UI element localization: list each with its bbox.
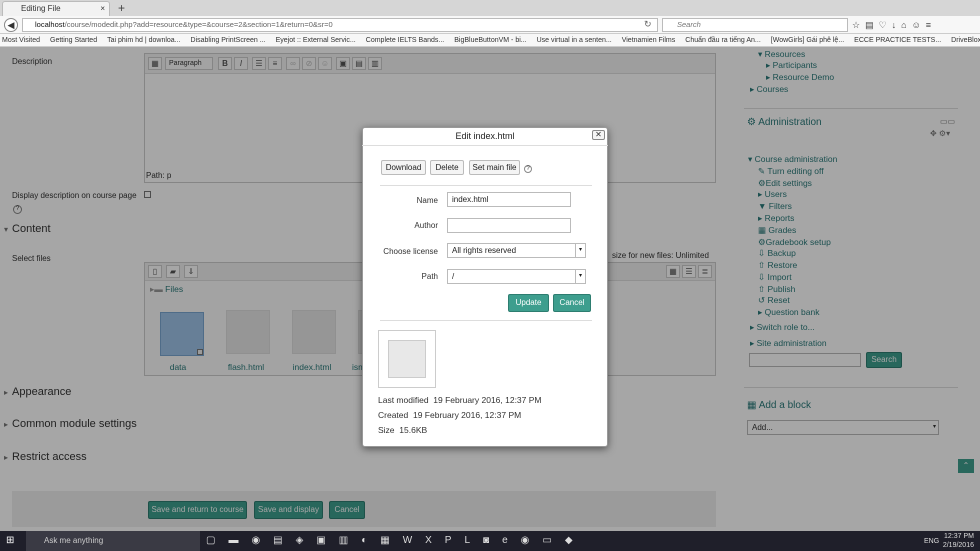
size-label: Size xyxy=(378,425,395,435)
clock-time: 12:37 PM xyxy=(944,533,974,540)
update-button[interactable]: Update xyxy=(508,294,549,312)
windows-start-icon[interactable]: ⊞ xyxy=(6,535,18,547)
name-label: Name xyxy=(416,196,438,205)
path-label: Path xyxy=(421,272,438,281)
browser-tab[interactable]: Editing File × xyxy=(2,1,110,16)
set-main-file-button[interactable]: Set main file xyxy=(469,160,520,175)
file-preview xyxy=(378,330,436,388)
bookmark-item[interactable]: BigBlueButtonVM - bi... xyxy=(454,37,526,44)
last-modified-label: Last modified xyxy=(378,395,429,405)
author-label: Author xyxy=(414,221,438,230)
bookmark-item[interactable]: ECCE PRACTICE TESTS... xyxy=(854,37,941,44)
created-info: Created 19 February 2016, 12:37 PM xyxy=(378,410,521,420)
new-tab-button[interactable]: + xyxy=(118,1,125,15)
created-value: 19 February 2016, 12:37 PM xyxy=(412,410,522,420)
last-modified-value: 19 February 2016, 12:37 PM xyxy=(433,395,542,405)
bookmark-item[interactable]: Use virtual in a senten... xyxy=(537,37,612,44)
size-value: 15.6KB xyxy=(399,425,428,435)
delete-button[interactable]: Delete xyxy=(430,160,464,175)
browser-search-input[interactable]: Search xyxy=(662,18,848,32)
bookmark-item[interactable]: [WowGirls] Gái phê lệ... xyxy=(771,37,844,44)
bookmark-item[interactable]: DriveBlox Unlimited, a ... xyxy=(951,37,980,44)
help-icon[interactable]: ? xyxy=(524,165,532,173)
last-modified-info: Last modified 19 February 2016, 12:37 PM xyxy=(378,395,542,405)
cortana-placeholder: Ask me anything xyxy=(44,536,104,545)
dialog-title: Edit index.html xyxy=(455,131,515,141)
license-select[interactable]: All rights reserved ▾ xyxy=(447,243,586,258)
close-icon[interactable]: ✕ xyxy=(592,130,605,140)
browser-toolbar-icons[interactable]: ☆▤♡↓⌂☺≡ xyxy=(852,18,936,32)
dialog-title-divider xyxy=(362,145,608,146)
browser-tab-bar xyxy=(0,0,980,16)
file-thumbnail-icon xyxy=(388,340,426,378)
url-host: localhost xyxy=(35,20,65,29)
back-arrow-icon[interactable]: ◀ xyxy=(4,18,18,32)
name-input[interactable]: index.html xyxy=(447,192,571,207)
bookmark-item[interactable]: Complete IELTS Bands... xyxy=(366,37,444,44)
bookmark-item[interactable]: Most Visited xyxy=(2,37,40,44)
bookmark-item[interactable]: Disabling PrintScreen ... xyxy=(191,37,266,44)
url-path: /course/modedit.php?add=resource&type=&c… xyxy=(64,20,333,29)
chevron-down-icon: ▾ xyxy=(575,270,585,283)
tab-title: Editing File xyxy=(21,4,61,13)
bookmark-item[interactable]: Vietnamien Films xyxy=(622,37,676,44)
license-label: Choose license xyxy=(383,247,438,256)
tab-close-icon[interactable]: × xyxy=(100,2,105,16)
taskbar-app-icons[interactable]: ▢▬◉▤◈▣▥◐▦WXPL◙e◉▭◆ xyxy=(206,533,586,549)
url-bar[interactable]: localhost/course/modedit.php?add=resourc… xyxy=(22,18,658,32)
clock-date: 2/19/2016 xyxy=(942,542,974,549)
bookmark-item[interactable]: Eyejot :: External Servic... xyxy=(276,37,356,44)
author-input[interactable] xyxy=(447,218,571,233)
dialog-divider xyxy=(380,185,592,186)
path-select[interactable]: / ▾ xyxy=(447,269,586,284)
bookmarks-bar: Most Visited Getting Started Tai phim hd |… xyxy=(0,34,980,47)
license-select-value: All rights reserved xyxy=(452,246,517,255)
bookmark-item[interactable]: Chuẩn đầu ra tiếng An... xyxy=(685,37,761,44)
chevron-down-icon: ▾ xyxy=(575,244,585,257)
bookmark-item[interactable]: Tai phim hd | downloa... xyxy=(107,37,180,44)
reload-icon[interactable]: ↻ xyxy=(644,19,652,30)
path-select-value: / xyxy=(452,272,455,281)
download-button[interactable]: Download xyxy=(381,160,426,175)
cortana-search-input[interactable]: Ask me anything xyxy=(26,531,200,551)
bookmark-item[interactable]: Getting Started xyxy=(50,37,97,44)
size-info: Size 15.6KB xyxy=(378,425,427,435)
language-indicator[interactable]: ENG xyxy=(924,537,939,546)
dialog-divider xyxy=(380,320,592,321)
dialog-cancel-button[interactable]: Cancel xyxy=(553,294,591,312)
created-label: Created xyxy=(378,410,409,420)
system-tray[interactable]: ENG 12:37 PM 2/19/2016 xyxy=(840,532,974,550)
